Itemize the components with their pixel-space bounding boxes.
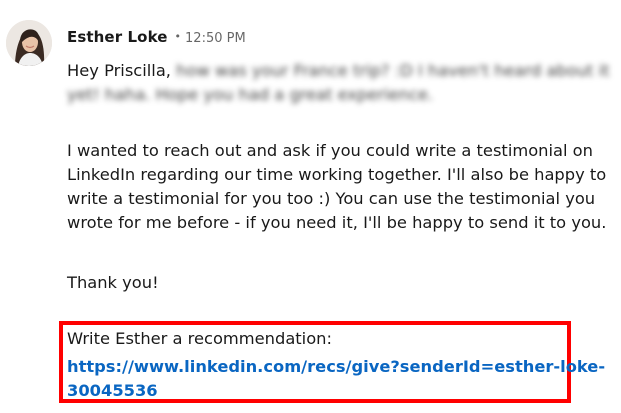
blurred-text-1: how was your France trip? :D I haven't h… [176, 61, 610, 80]
message-paragraph: I wanted to reach out and ask if you cou… [67, 139, 621, 235]
message-item: Esther Loke • 12:50 PM Hey Priscilla, ho… [0, 0, 621, 413]
greeting: Hey Priscilla, [67, 61, 171, 80]
paragraph-line: wrote for me before - if you need it, I'… [67, 213, 607, 232]
separator-dot: • [174, 30, 182, 43]
paragraph-line: LinkedIn regarding our time working toge… [67, 165, 607, 184]
recommendation-link-line[interactable]: 30045536 [67, 379, 605, 403]
thanks-text: Thank you! [67, 273, 159, 292]
avatar[interactable] [6, 20, 52, 66]
blurred-text-2: yet! haha. Hope you had a great experien… [67, 85, 434, 104]
profile-photo-icon [6, 20, 52, 66]
recommendation-link[interactable]: https://www.linkedin.com/recs/give?sende… [67, 355, 605, 403]
message-timestamp: 12:50 PM [185, 31, 246, 46]
message-header: Esther Loke • 12:50 PM [67, 28, 246, 50]
recommendation-label: Write Esther a recommendation: [67, 329, 332, 348]
greeting-line: Hey Priscilla, how was your France trip?… [67, 59, 621, 83]
recommendation-link-line[interactable]: https://www.linkedin.com/recs/give?sende… [67, 355, 605, 379]
paragraph-line: I wanted to reach out and ask if you cou… [67, 141, 593, 160]
paragraph-line: write a testimonial for you too :) You c… [67, 189, 596, 208]
sender-name[interactable]: Esther Loke [67, 28, 168, 46]
